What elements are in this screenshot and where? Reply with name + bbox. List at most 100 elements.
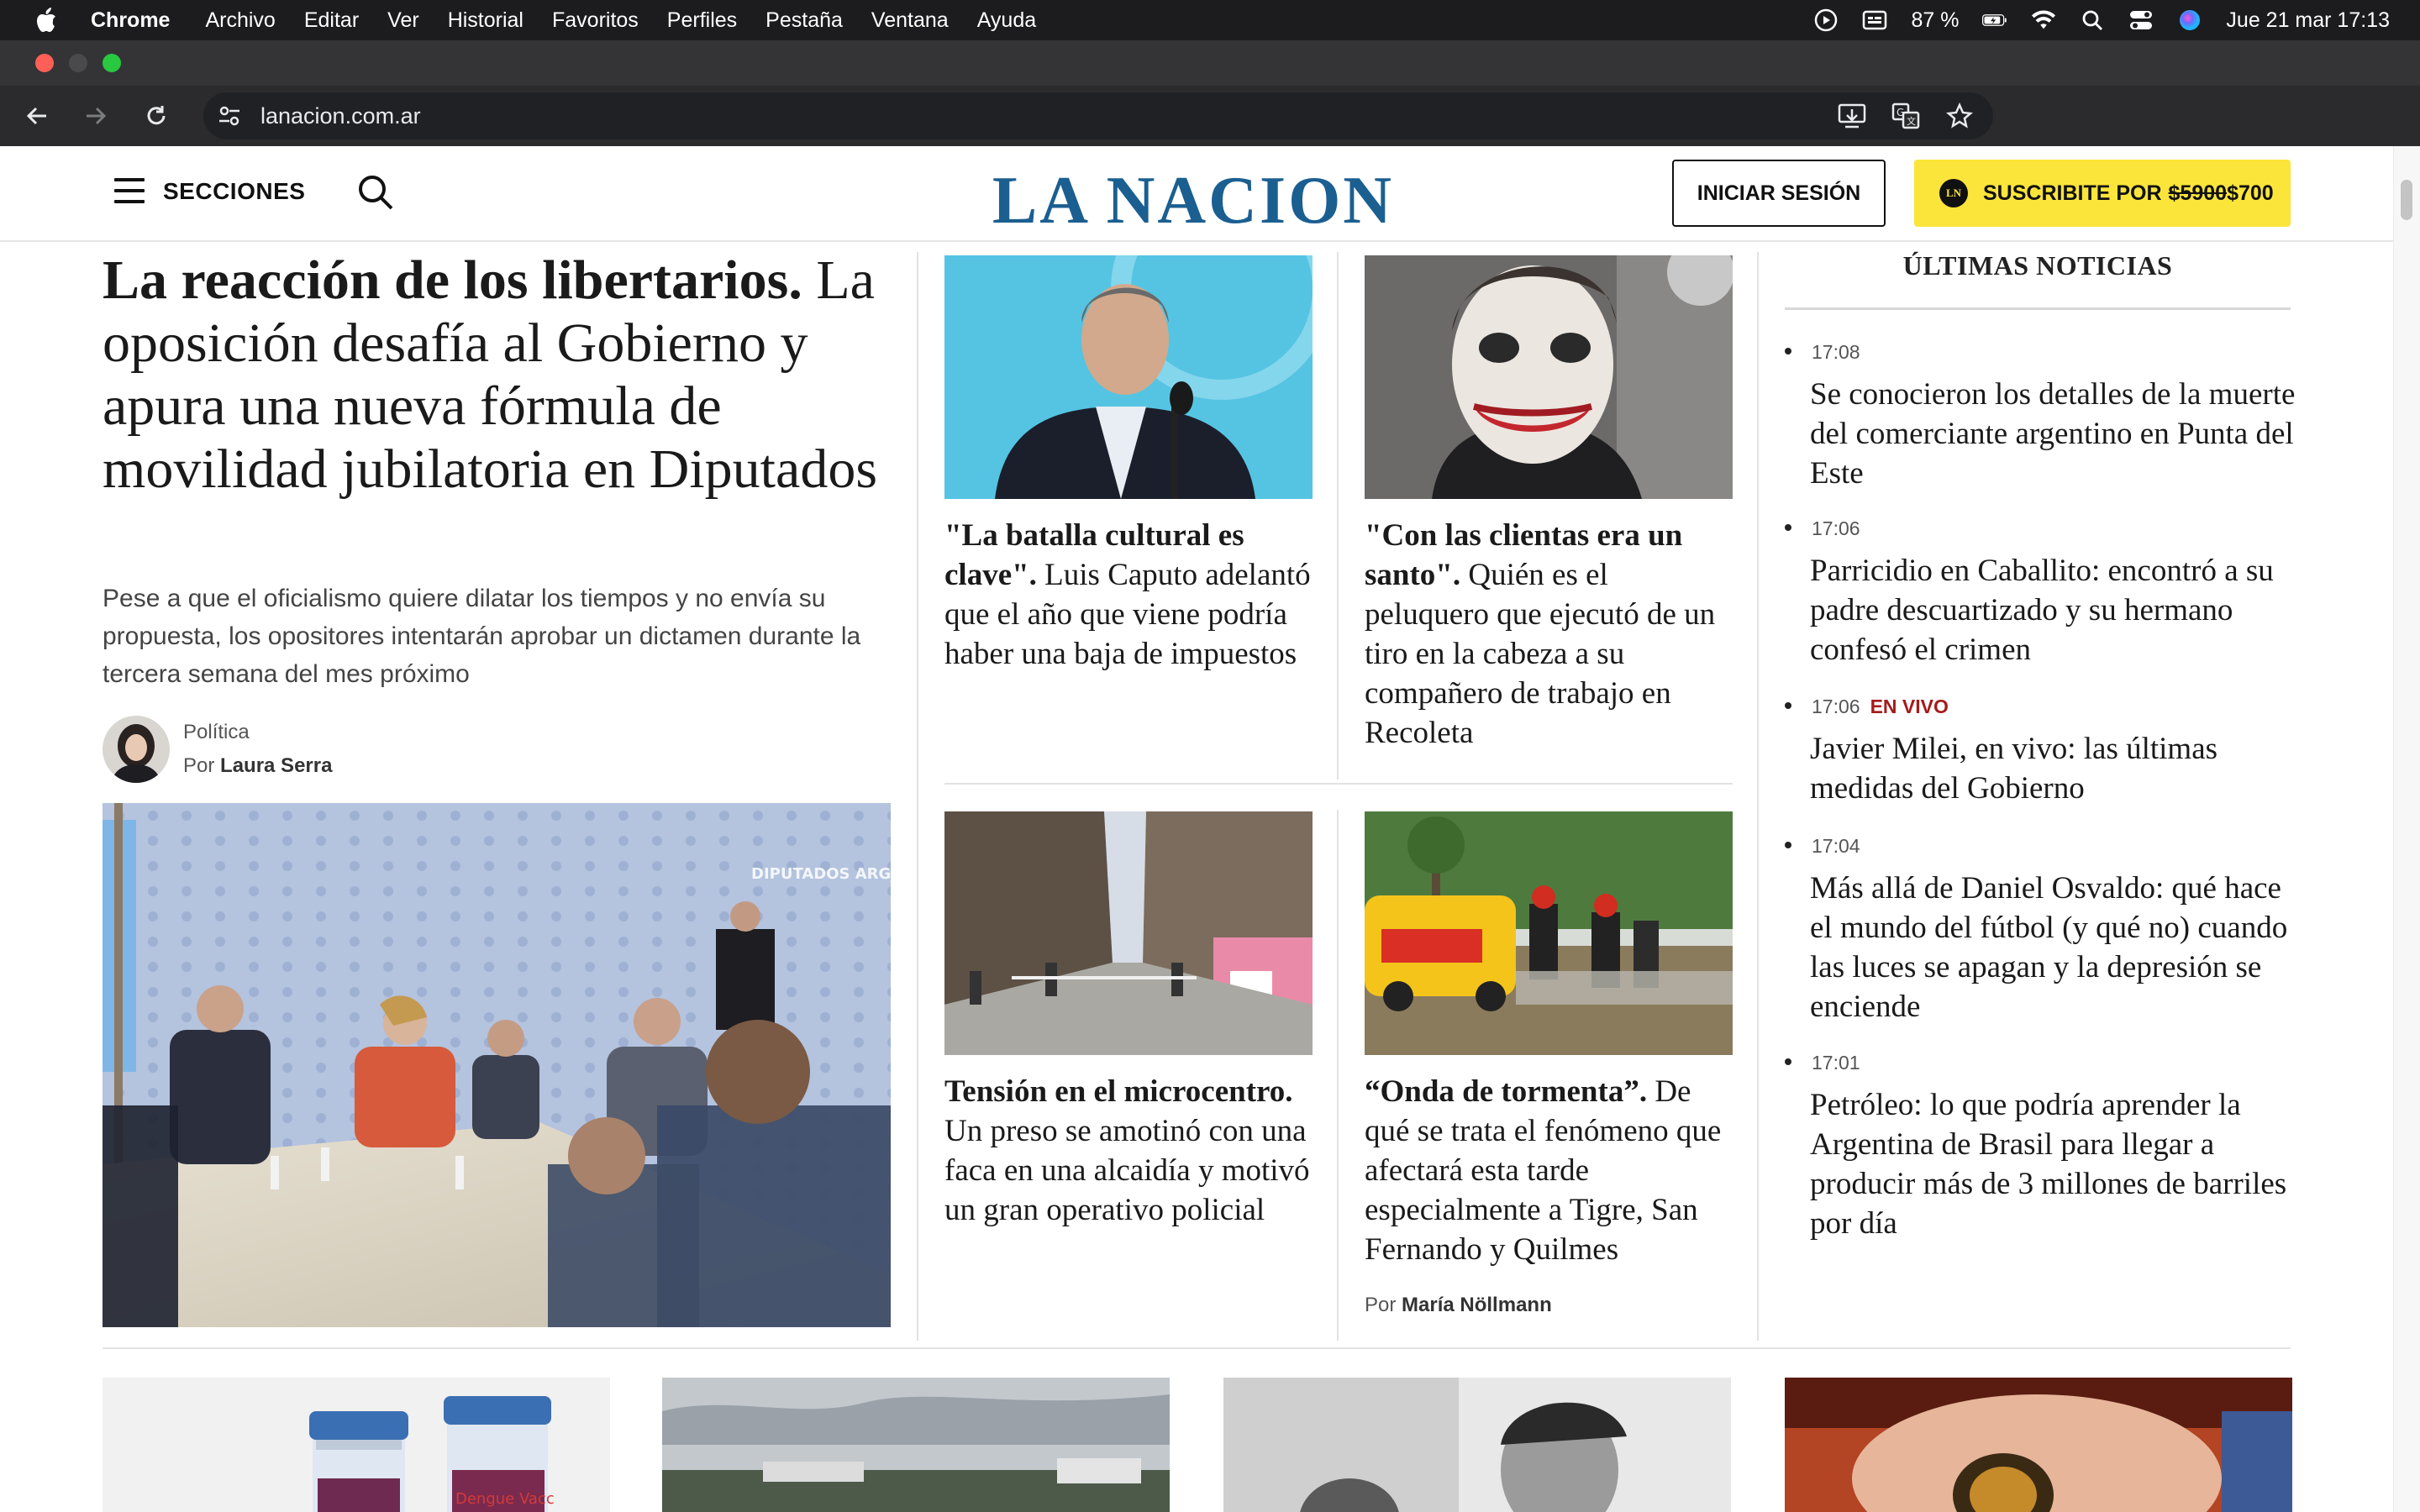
- svg-text:文: 文: [1907, 115, 1916, 127]
- menu-historial[interactable]: Historial: [448, 8, 523, 33]
- column-divider-4: [1757, 252, 1759, 1341]
- reload-icon[interactable]: [141, 101, 171, 131]
- menu-pestana[interactable]: Pestaña: [765, 8, 843, 33]
- macos-menubar: Chrome Archivo Editar Ver Historial Favo…: [0, 0, 2420, 40]
- story-image-microcentro[interactable]: [944, 811, 1313, 1055]
- apple-icon[interactable]: [34, 8, 59, 33]
- menubar-status-area: 87 % Jue 21 mar 17:13: [1813, 0, 2390, 40]
- control-center-icon[interactable]: [2128, 8, 2154, 33]
- subscribe-prefix: SUSCRIBITE POR: [1983, 181, 2162, 205]
- menu-ventana[interactable]: Ventana: [871, 8, 949, 33]
- svg-text:Dengue Vacc: Dengue Vacc: [455, 1490, 555, 1508]
- lead-byline: Por Laura Serra: [183, 754, 332, 778]
- news-time-value: 17:08: [1812, 341, 1860, 363]
- play-icon[interactable]: [1813, 8, 1839, 33]
- author-avatar[interactable]: [103, 716, 170, 783]
- menu-ver[interactable]: Ver: [387, 8, 419, 33]
- subscribe-new-price: $700: [2227, 181, 2274, 205]
- news-headline[interactable]: Petróleo: lo que podría aprender la Arge…: [1810, 1085, 2306, 1243]
- column-divider-1: [917, 252, 918, 1341]
- lead-headline[interactable]: La reacción de los libertarios. La oposi…: [103, 249, 892, 501]
- wifi-icon[interactable]: [2031, 8, 2056, 33]
- story-image-caputo[interactable]: [944, 255, 1313, 499]
- story-title-caputo[interactable]: "La batalla cultural es clave". Luis Cap…: [944, 516, 1314, 674]
- site-search-icon[interactable]: [356, 173, 395, 212]
- menu-ayuda[interactable]: Ayuda: [977, 8, 1036, 33]
- news-headline[interactable]: Más allá de Daniel Osvaldo: qué hace el …: [1810, 869, 2306, 1026]
- news-headline[interactable]: Se conocieron los detalles de la muerte …: [1810, 375, 2306, 493]
- news-time: 17:01: [1812, 1052, 1860, 1074]
- battery-percent: 87 %: [1911, 8, 1960, 32]
- news-time: 17:06 EN VIVO: [1812, 696, 1949, 718]
- url-text[interactable]: lanacion.com.ar: [260, 103, 421, 129]
- news-headline[interactable]: Javier Milei, en vivo: las últimas medid…: [1810, 729, 2306, 808]
- menu-archivo[interactable]: Archivo: [205, 8, 275, 33]
- story-title-peluquero[interactable]: "Con las clientas era un santo". Quién e…: [1365, 516, 1734, 753]
- menubar-clock[interactable]: Jue 21 mar 17:13: [2226, 8, 2390, 33]
- news-time-value: 17:01: [1812, 1052, 1860, 1074]
- live-badge: EN VIVO: [1870, 696, 1949, 717]
- search-icon[interactable]: [2080, 8, 2105, 33]
- menu-app-chrome[interactable]: Chrome: [91, 8, 170, 33]
- story-title-tormenta[interactable]: “Onda de tormenta”. De qué se trata el f…: [1365, 1072, 1734, 1269]
- scrollbar-thumb[interactable]: [2401, 180, 2412, 220]
- news-time-value: 17:06: [1812, 517, 1860, 539]
- caption-icon[interactable]: [1862, 8, 1887, 33]
- bottom-image-portrait[interactable]: [1223, 1378, 1731, 1512]
- latest-news-rule: [1785, 307, 2291, 310]
- lead-section-label[interactable]: Política: [183, 721, 250, 744]
- bottom-image-drink[interactable]: [1785, 1378, 2292, 1512]
- menu-perfiles[interactable]: Perfiles: [667, 8, 737, 33]
- bullet-dot: [1785, 1058, 1791, 1065]
- news-time: 17:04: [1812, 835, 1860, 858]
- story-image-tormenta[interactable]: [1365, 811, 1733, 1055]
- news-time: 17:08: [1812, 341, 1860, 364]
- news-time-value: 17:04: [1812, 835, 1860, 857]
- bullet-dot: [1785, 524, 1791, 531]
- star-icon[interactable]: [1944, 101, 1975, 131]
- story-title-microcentro[interactable]: Tensión en el microcentro. Un preso se a…: [944, 1072, 1314, 1230]
- address-bar[interactable]: lanacion.com.ar G文: [203, 92, 1993, 139]
- latest-news-title: ÚLTIMAS NOTICIAS: [1902, 250, 2173, 281]
- lead-image[interactable]: DIPUTADOS ARGENTINA: [103, 803, 891, 1327]
- svg-text:DIPUTADOS ARGENTINA: DIPUTADOS ARGENTINA: [751, 865, 891, 883]
- battery-icon[interactable]: [1982, 8, 2007, 33]
- login-button[interactable]: INICIAR SESIÓN: [1672, 160, 1886, 227]
- story-kicker: “Onda de tormenta”.: [1365, 1074, 1648, 1109]
- site-settings-icon[interactable]: [215, 102, 244, 130]
- svg-text:G: G: [1897, 107, 1904, 118]
- bottom-image-landscape[interactable]: [662, 1378, 1170, 1512]
- translate-icon[interactable]: G文: [1891, 101, 1921, 131]
- back-icon[interactable]: [22, 101, 52, 131]
- lead-author-link[interactable]: Laura Serra: [220, 754, 332, 777]
- menu-favoritos[interactable]: Favoritos: [552, 8, 639, 33]
- story-headline: Un preso se amotinó con una faca en una …: [944, 1114, 1310, 1227]
- site-header: SECCIONES LA NACION INICIAR SESIÓN LN SU…: [0, 146, 2393, 242]
- menu-editar[interactable]: Editar: [304, 8, 359, 33]
- ln-badge-icon: LN: [1939, 179, 1968, 207]
- site-logo[interactable]: LA NACION: [966, 163, 1420, 239]
- window-close-button[interactable]: [35, 54, 54, 72]
- news-time: 17:06: [1812, 517, 1860, 540]
- column-divider-3: [1337, 810, 1339, 1341]
- story-image-peluquero[interactable]: [1365, 255, 1733, 499]
- bullet-dot: [1785, 842, 1791, 848]
- sections-button[interactable]: SECCIONES: [163, 178, 305, 205]
- window-zoom-button[interactable]: [103, 54, 121, 72]
- news-headline[interactable]: Parricidio en Caballito: encontró a su p…: [1810, 551, 2306, 669]
- subscribe-button[interactable]: LN SUSCRIBITE POR $5900 $700: [1914, 160, 2291, 227]
- news-time-value: 17:06: [1812, 696, 1860, 717]
- hamburger-menu-icon[interactable]: [114, 178, 145, 207]
- siri-icon[interactable]: [2177, 8, 2202, 33]
- bottom-image-vaccine[interactable]: Dengue Vacc: [103, 1378, 610, 1512]
- window-minimize-button[interactable]: [69, 54, 87, 72]
- subscribe-old-price: $5900: [2168, 181, 2228, 205]
- forward-icon[interactable]: [81, 101, 111, 131]
- install-icon[interactable]: [1837, 101, 1867, 131]
- story-byline-tormenta: Por María Nöllmann: [1365, 1294, 1552, 1317]
- page-scrollbar[interactable]: [2393, 146, 2420, 1512]
- story-author-link[interactable]: María Nöllmann: [1402, 1294, 1552, 1316]
- column-divider-2: [1337, 252, 1339, 780]
- row-divider-stories: [944, 783, 1733, 785]
- story-kicker: Tensión en el microcentro.: [944, 1074, 1293, 1109]
